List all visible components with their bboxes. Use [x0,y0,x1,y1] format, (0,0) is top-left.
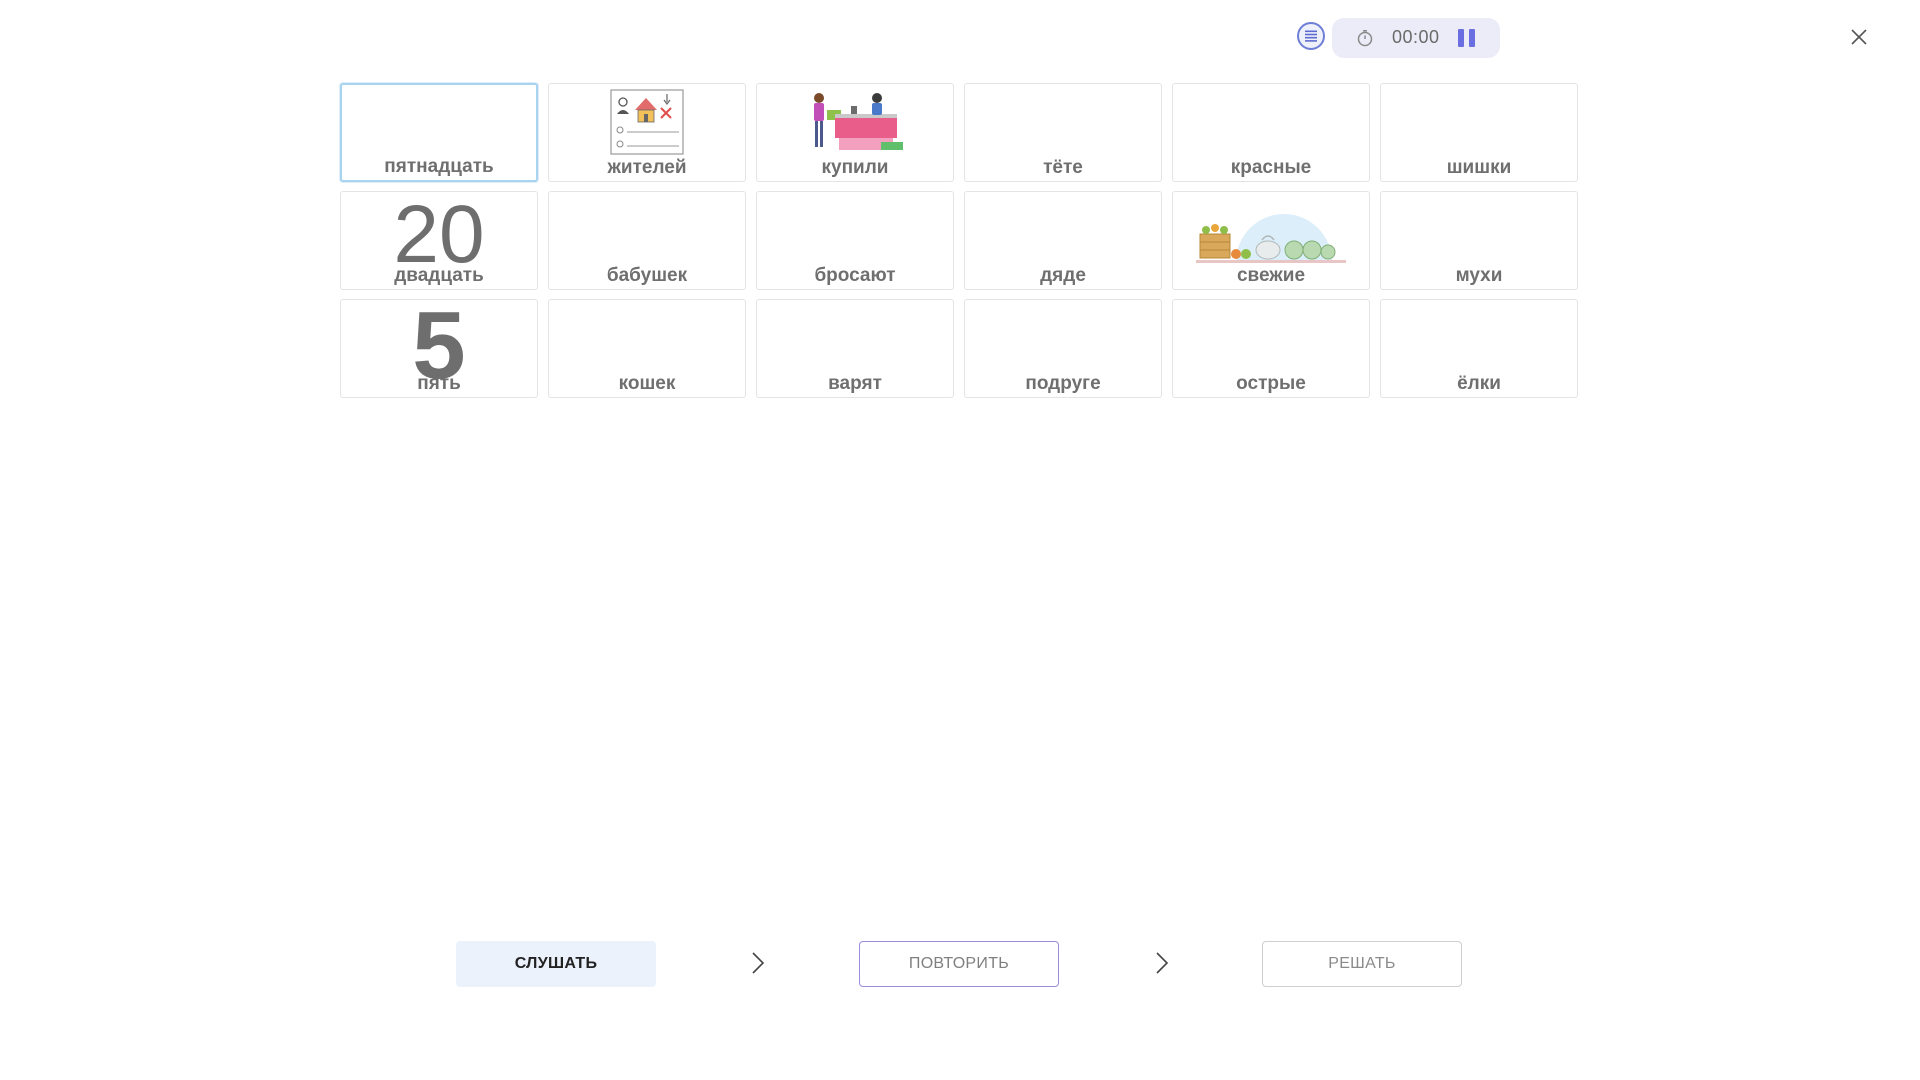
solve-button[interactable]: РЕШАТЬ [1262,941,1462,987]
word-card[interactable]: пятнадцать [340,83,538,182]
word-card[interactable]: варят [756,299,954,398]
listen-button[interactable]: СЛУШАТЬ [456,941,656,987]
word-label: варят [828,373,882,394]
word-label: бабушек [606,265,688,286]
word-label: пятнадцать [384,156,494,177]
word-card[interactable]: бросают [756,191,954,290]
word-card-grid: пятнадцать жителей купили тёте красные ш… [340,83,1578,398]
word-label: свежие [1236,265,1306,286]
word-label: купили [821,157,889,178]
list-icon [1305,30,1317,42]
word-card[interactable]: кошек [548,299,746,398]
word-label: дяде [1040,265,1086,286]
word-label: тёте [1043,157,1083,178]
word-label: пять [417,373,461,394]
word-label: подруге [1025,373,1101,394]
menu-button[interactable] [1297,22,1325,50]
word-label: двадцать [394,265,484,286]
word-label: острые [1236,373,1306,394]
word-label: красные [1230,157,1312,178]
word-label: кошек [618,373,676,394]
word-card[interactable]: жителей [548,83,746,182]
word-card[interactable]: шишки [1380,83,1578,182]
timer-panel: 00:00 [1332,18,1500,58]
repeat-button[interactable]: ПОВТОРИТЬ [859,941,1059,987]
word-card[interactable]: 20 двадцать [340,191,538,290]
chevron-right-icon [1156,952,1169,974]
word-card[interactable]: свежие [1172,191,1370,290]
word-card[interactable]: 5 пять [340,299,538,398]
word-card[interactable]: мухи [1380,191,1578,290]
fresh-vegetables-illustration [1173,196,1369,266]
word-card[interactable]: красные [1172,83,1370,182]
word-card[interactable]: острые [1172,299,1370,398]
residents-form-illustration [549,88,745,158]
close-icon[interactable] [1846,24,1872,50]
word-label: шишки [1446,157,1512,178]
word-card[interactable]: тёте [964,83,1162,182]
word-label: жителей [607,157,687,178]
word-label: ёлки [1457,373,1501,394]
word-card[interactable]: купили [756,83,954,182]
word-label: бросают [814,265,896,286]
shop-counter-illustration [757,88,953,158]
pause-icon[interactable] [1458,29,1476,47]
word-card[interactable]: подруге [964,299,1162,398]
chevron-right-icon [752,952,765,974]
word-card[interactable]: дяде [964,191,1162,290]
word-card[interactable]: бабушек [548,191,746,290]
word-card[interactable]: ёлки [1380,299,1578,398]
timer-value: 00:00 [1392,27,1440,47]
number-image: 20 [393,191,485,280]
word-label: мухи [1455,265,1503,286]
stopwatch-icon [1357,30,1373,47]
